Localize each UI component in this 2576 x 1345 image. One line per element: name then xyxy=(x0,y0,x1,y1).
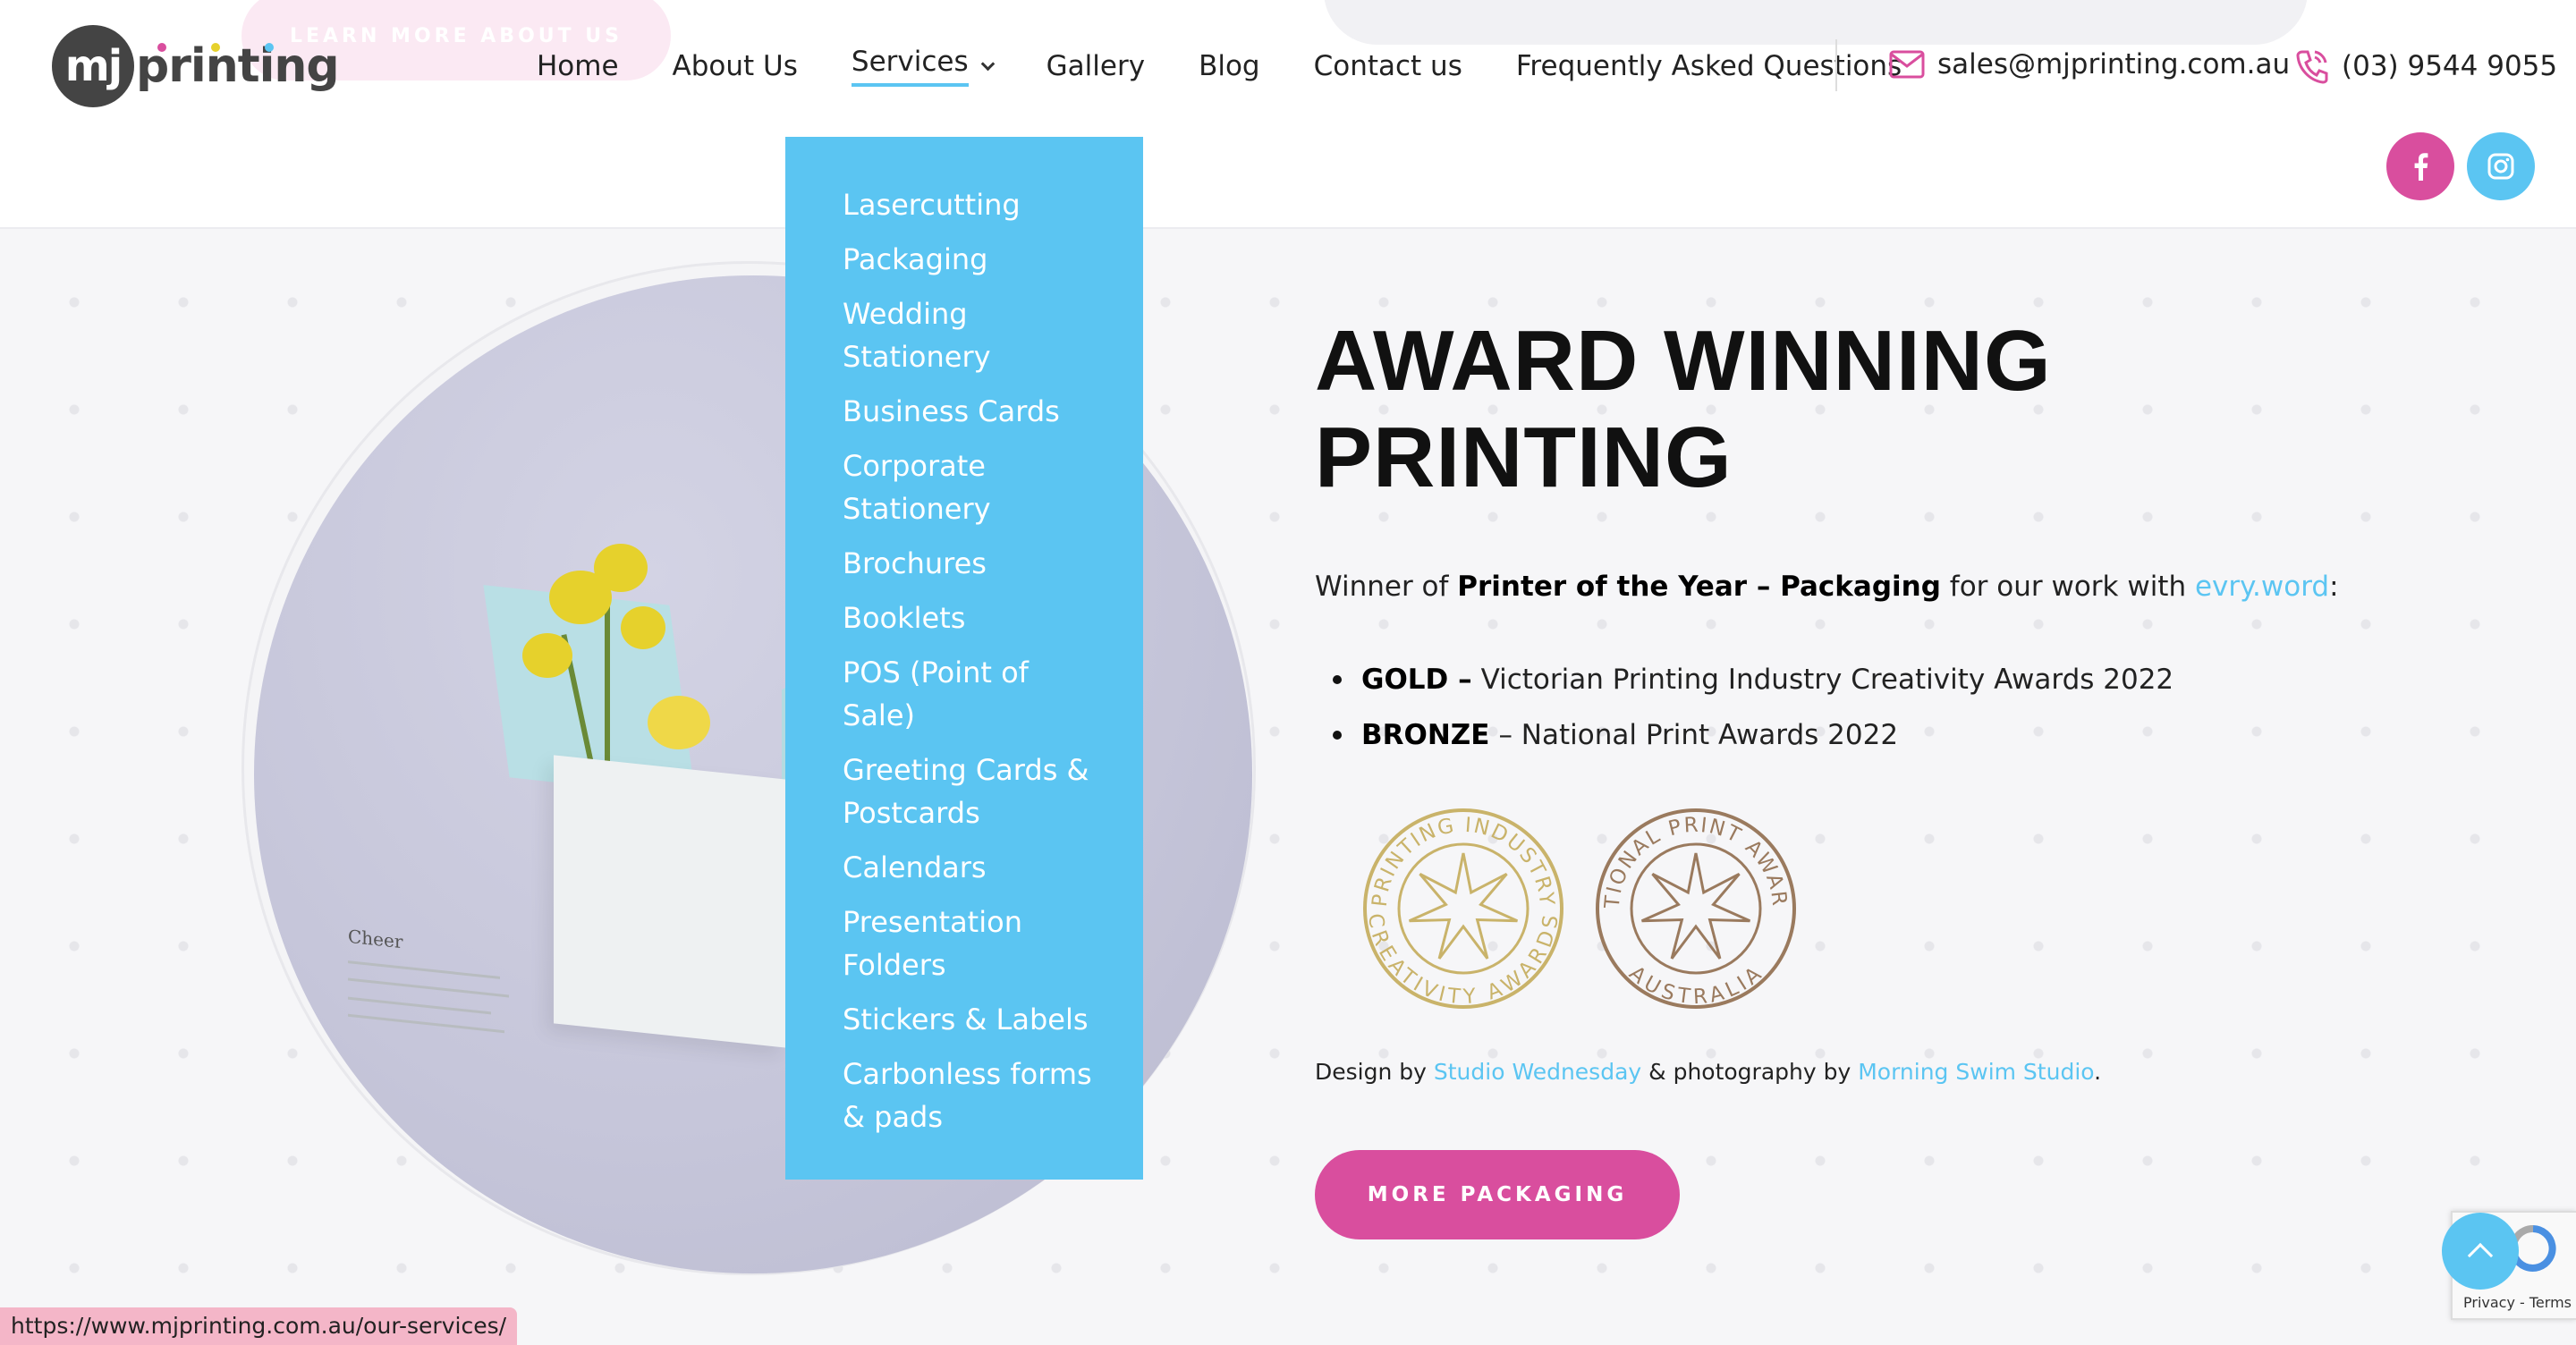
nav-contact-us[interactable]: Contact us xyxy=(1314,50,1462,82)
logo-dot-blue xyxy=(265,43,274,52)
email-link[interactable]: sales@mjprinting.com.au xyxy=(1889,48,2290,80)
morning-swim-studio-link[interactable]: Morning Swim Studio xyxy=(1858,1059,2094,1085)
dropdown-item[interactable]: Presentation Folders xyxy=(843,901,1100,986)
title-line-1: AWARD WINNING xyxy=(1315,313,2052,409)
list-item: BRONZE – National Print Awards 2022 xyxy=(1333,719,2174,751)
studio-wednesday-link[interactable]: Studio Wednesday xyxy=(1434,1059,1641,1085)
dropdown-item[interactable]: Business Cards xyxy=(843,390,1100,433)
instagram-button[interactable] xyxy=(2467,132,2535,200)
envelope-icon xyxy=(1889,50,1925,79)
facebook-button[interactable] xyxy=(2386,132,2454,200)
phone-link[interactable]: (03) 9544 9055 xyxy=(2295,48,2557,84)
dropdown-item[interactable]: Brochures xyxy=(843,542,1100,585)
chevron-up-icon xyxy=(2467,1242,2494,1269)
email-text: sales@mjprinting.com.au xyxy=(1937,48,2291,80)
background-photo-fragment xyxy=(1324,0,2308,45)
main-nav: Home About Us Services Gallery Blog Cont… xyxy=(537,45,1955,88)
box-front-panel xyxy=(554,755,786,1048)
nav-home[interactable]: Home xyxy=(537,50,619,82)
nav-about-us[interactable]: About Us xyxy=(673,50,798,82)
logo-mark: mj xyxy=(52,25,134,107)
national-print-awards-seal: NATIONAL PRINT AWARDS AUSTRALIA xyxy=(1592,805,1796,1009)
seal-top-text: NATIONAL PRINT AWARDS xyxy=(1592,805,1791,910)
recaptcha-links: Privacy - Terms xyxy=(2463,1294,2572,1311)
phone-icon xyxy=(2296,50,2328,84)
chevron-down-icon xyxy=(980,56,995,71)
facebook-icon xyxy=(2414,153,2428,181)
title-line-2: PRINTING xyxy=(1315,410,1733,505)
list-item: GOLD – Victorian Printing Industry Creati… xyxy=(1333,664,2174,696)
services-dropdown-menu: Lasercutting Packaging Wedding Stationery B… xyxy=(785,137,1143,1180)
dropdown-item[interactable]: Greeting Cards & Postcards xyxy=(843,749,1100,834)
dropdown-item[interactable]: Carbonless forms & pads xyxy=(843,1053,1100,1138)
scroll-to-top-button[interactable] xyxy=(2442,1213,2519,1290)
dropdown-item[interactable]: Booklets xyxy=(843,596,1100,639)
dropdown-item[interactable]: Corporate Stationery xyxy=(843,444,1100,530)
dropdown-item[interactable]: Stickers & Labels xyxy=(843,998,1100,1041)
nav-gallery[interactable]: Gallery xyxy=(1046,50,1145,82)
link-status-bar: https://www.mjprinting.com.au/our-servic… xyxy=(0,1307,518,1345)
page-title: AWARD WINNING PRINTING xyxy=(1315,313,2120,506)
nav-divider xyxy=(1835,39,1837,91)
seal-top-text: PRINTING INDUSTRY xyxy=(1368,814,1558,908)
dropdown-item[interactable]: Packaging xyxy=(843,238,1100,281)
dropdown-item[interactable]: Wedding Stationery xyxy=(843,292,1100,378)
award-title: Printer of the Year – Packaging xyxy=(1457,571,1941,603)
nav-faq[interactable]: Frequently Asked Questions xyxy=(1516,50,1902,82)
creativity-awards-seal: PRINTING INDUSTRYCREATIVITY AWARDS xyxy=(1363,808,1563,1009)
nav-blog[interactable]: Blog xyxy=(1199,50,1260,82)
site-header: LEARN MORE ABOUT US mj printing Home Abo… xyxy=(0,0,2576,229)
nav-services[interactable]: Services xyxy=(851,46,995,87)
evry-word-link[interactable]: evry.word xyxy=(2195,571,2329,603)
dropdown-item[interactable]: POS (Point of Sale) xyxy=(843,651,1100,737)
dropdown-item[interactable]: Lasercutting xyxy=(843,183,1100,226)
logo-dot-yellow xyxy=(211,43,220,52)
credit-line: Design by Studio Wednesday & photography… xyxy=(1315,1059,2102,1085)
phone-text: (03) 9544 9055 xyxy=(2342,50,2558,82)
dropdown-item[interactable]: Calendars xyxy=(843,846,1100,889)
site-logo[interactable]: mj printing xyxy=(52,25,340,107)
more-packaging-button[interactable]: MORE PACKAGING xyxy=(1315,1150,1680,1239)
seal-bottom-text: AUSTRALIA xyxy=(1624,961,1767,1009)
logo-dot-pink xyxy=(157,43,166,52)
winner-paragraph: Winner of Printer of the Year – Packagin… xyxy=(1315,571,2339,603)
box-label-text: Cheer xyxy=(348,925,403,953)
instagram-icon xyxy=(2487,153,2514,180)
logo-mark-text: mj xyxy=(64,41,123,91)
awards-list: GOLD – Victorian Printing Industry Creati… xyxy=(1333,664,2174,774)
